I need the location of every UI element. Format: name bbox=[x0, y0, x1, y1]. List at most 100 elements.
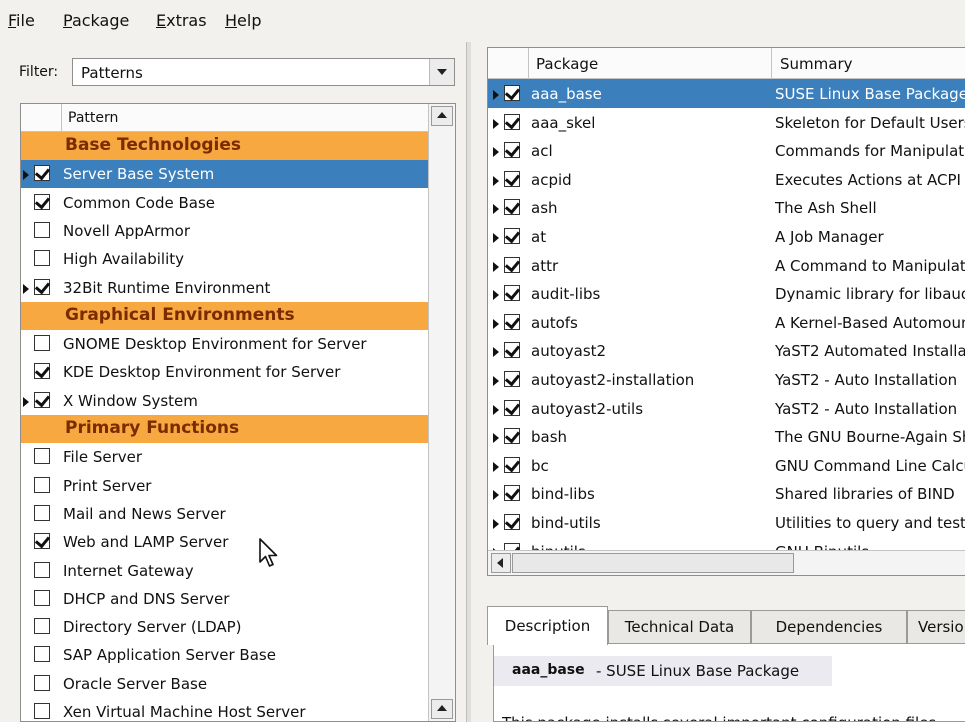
pattern-row[interactable]: Novell AppArmor bbox=[21, 217, 429, 245]
package-checkbox[interactable] bbox=[504, 514, 520, 530]
package-checkbox[interactable] bbox=[504, 228, 520, 244]
menu-extras[interactable]: Extras bbox=[156, 11, 207, 30]
tab-description[interactable]: Description bbox=[487, 606, 608, 645]
menu-file[interactable]: File bbox=[8, 11, 35, 30]
tab-versions[interactable]: Versions bbox=[907, 610, 965, 644]
pattern-row[interactable]: Web and LAMP Server bbox=[21, 528, 429, 556]
pattern-row[interactable]: File Server bbox=[21, 443, 429, 471]
pattern-checkbox[interactable] bbox=[34, 675, 50, 691]
pattern-checkbox[interactable] bbox=[34, 335, 50, 351]
package-checkbox[interactable] bbox=[504, 142, 520, 158]
filter-combo[interactable]: Patterns bbox=[72, 58, 455, 86]
package-row[interactable]: audit-libs Dynamic library for libaudit bbox=[488, 279, 965, 308]
pattern-row[interactable]: Xen Virtual Machine Host Server bbox=[21, 698, 429, 721]
package-check-column-header[interactable] bbox=[488, 48, 529, 78]
package-checkbox[interactable] bbox=[504, 457, 520, 473]
package-row[interactable]: bind-libs Shared libraries of BIND bbox=[488, 479, 965, 508]
pattern-checkbox[interactable] bbox=[34, 165, 50, 181]
package-row[interactable]: ash The Ash Shell bbox=[488, 193, 965, 222]
package-row[interactable]: bc GNU Command Line Calculator bbox=[488, 451, 965, 480]
expand-marker-icon[interactable] bbox=[493, 176, 499, 186]
pattern-checkbox[interactable] bbox=[34, 363, 50, 379]
tab-dependencies[interactable]: Dependencies bbox=[751, 610, 907, 644]
package-table-hscrollbar[interactable] bbox=[488, 550, 965, 575]
pattern-row[interactable]: Server Base System bbox=[21, 160, 429, 188]
pattern-checkbox[interactable] bbox=[34, 505, 50, 521]
pattern-list[interactable]: Pattern Base Technologies Server Base Sys… bbox=[20, 103, 456, 722]
tab-technical-data[interactable]: Technical Data bbox=[608, 610, 751, 644]
pattern-row[interactable]: GNOME Desktop Environment for Server bbox=[21, 330, 429, 358]
pattern-row[interactable]: DHCP and DNS Server bbox=[21, 585, 429, 613]
package-row[interactable]: aaa_base SUSE Linux Base Package bbox=[488, 79, 965, 108]
pattern-row[interactable]: Directory Server (LDAP) bbox=[21, 613, 429, 641]
package-checkbox[interactable] bbox=[504, 257, 520, 273]
package-checkbox[interactable] bbox=[504, 342, 520, 358]
scroll-up-icon[interactable] bbox=[431, 106, 453, 126]
package-checkbox[interactable] bbox=[504, 371, 520, 387]
chevron-down-icon[interactable] bbox=[429, 59, 454, 85]
scroll-up-icon[interactable] bbox=[431, 699, 453, 719]
expand-marker-icon[interactable] bbox=[493, 147, 499, 157]
expand-marker-icon[interactable] bbox=[493, 319, 499, 329]
expand-marker-icon[interactable] bbox=[493, 119, 499, 129]
pattern-checkbox[interactable] bbox=[34, 250, 50, 266]
pattern-checkbox[interactable] bbox=[34, 562, 50, 578]
package-row[interactable]: acpid Executes Actions at ACPI bbox=[488, 165, 965, 194]
pattern-row[interactable]: High Availability bbox=[21, 245, 429, 273]
expand-marker-icon[interactable] bbox=[493, 376, 499, 386]
pattern-row[interactable]: Oracle Server Base bbox=[21, 670, 429, 698]
expand-marker-icon[interactable] bbox=[23, 170, 29, 180]
summary-column-header[interactable]: Summary bbox=[780, 55, 853, 73]
expand-marker-icon[interactable] bbox=[23, 284, 29, 294]
package-row[interactable]: at A Job Manager bbox=[488, 222, 965, 251]
package-row[interactable]: autoyast2-installation YaST2 - Auto Insta… bbox=[488, 365, 965, 394]
menu-help[interactable]: Help bbox=[225, 11, 261, 30]
pattern-checkbox[interactable] bbox=[34, 194, 50, 210]
expand-marker-icon[interactable] bbox=[493, 347, 499, 357]
pattern-column-header[interactable]: Pattern bbox=[68, 110, 118, 126]
scroll-left-icon[interactable] bbox=[491, 553, 511, 573]
pattern-row[interactable]: Internet Gateway bbox=[21, 557, 429, 585]
pattern-checkbox[interactable] bbox=[34, 477, 50, 493]
package-table[interactable]: Package Summary aaa_base SUSE Linux Base … bbox=[487, 47, 965, 576]
pattern-checkbox[interactable] bbox=[34, 646, 50, 662]
pattern-list-scrollbar[interactable] bbox=[428, 104, 455, 721]
pattern-check-column-header[interactable] bbox=[21, 104, 62, 131]
package-checkbox[interactable] bbox=[504, 428, 520, 444]
pattern-row[interactable]: SAP Application Server Base bbox=[21, 641, 429, 669]
package-checkbox[interactable] bbox=[504, 400, 520, 416]
pattern-row[interactable]: Mail and News Server bbox=[21, 500, 429, 528]
pattern-row[interactable]: 32Bit Runtime Environment bbox=[21, 274, 429, 302]
expand-marker-icon[interactable] bbox=[493, 262, 499, 272]
expand-marker-icon[interactable] bbox=[493, 405, 499, 415]
pattern-checkbox[interactable] bbox=[34, 448, 50, 464]
package-checkbox[interactable] bbox=[504, 314, 520, 330]
package-row[interactable]: autofs A Kernel-Based Automounter bbox=[488, 308, 965, 337]
package-row[interactable]: aaa_skel Skeleton for Default Users bbox=[488, 108, 965, 137]
package-row[interactable]: acl Commands for Manipulating bbox=[488, 136, 965, 165]
expand-marker-icon[interactable] bbox=[493, 233, 499, 243]
package-checkbox[interactable] bbox=[504, 114, 520, 130]
package-row[interactable]: bind-utils Utilities to query and test bbox=[488, 508, 965, 537]
expand-marker-icon[interactable] bbox=[493, 290, 499, 300]
column-divider[interactable] bbox=[771, 48, 772, 78]
expand-marker-icon[interactable] bbox=[493, 490, 499, 500]
expand-marker-icon[interactable] bbox=[493, 519, 499, 529]
pattern-checkbox[interactable] bbox=[34, 533, 50, 549]
pattern-row[interactable]: X Window System bbox=[21, 387, 429, 415]
pattern-row[interactable]: Common Code Base bbox=[21, 189, 429, 217]
package-row[interactable]: bash The GNU Bourne-Again Shell bbox=[488, 422, 965, 451]
pattern-checkbox[interactable] bbox=[34, 703, 50, 719]
package-checkbox[interactable] bbox=[504, 485, 520, 501]
pattern-row[interactable]: KDE Desktop Environment for Server bbox=[21, 358, 429, 386]
expand-marker-icon[interactable] bbox=[493, 204, 499, 214]
pattern-checkbox[interactable] bbox=[34, 590, 50, 606]
package-row[interactable]: attr A Command to Manipulate bbox=[488, 251, 965, 280]
expand-marker-icon[interactable] bbox=[493, 90, 499, 100]
package-checkbox[interactable] bbox=[504, 285, 520, 301]
expand-marker-icon[interactable] bbox=[493, 433, 499, 443]
pattern-checkbox[interactable] bbox=[34, 279, 50, 295]
expand-marker-icon[interactable] bbox=[23, 397, 29, 407]
pattern-checkbox[interactable] bbox=[34, 392, 50, 408]
menu-package[interactable]: Package bbox=[63, 11, 129, 30]
